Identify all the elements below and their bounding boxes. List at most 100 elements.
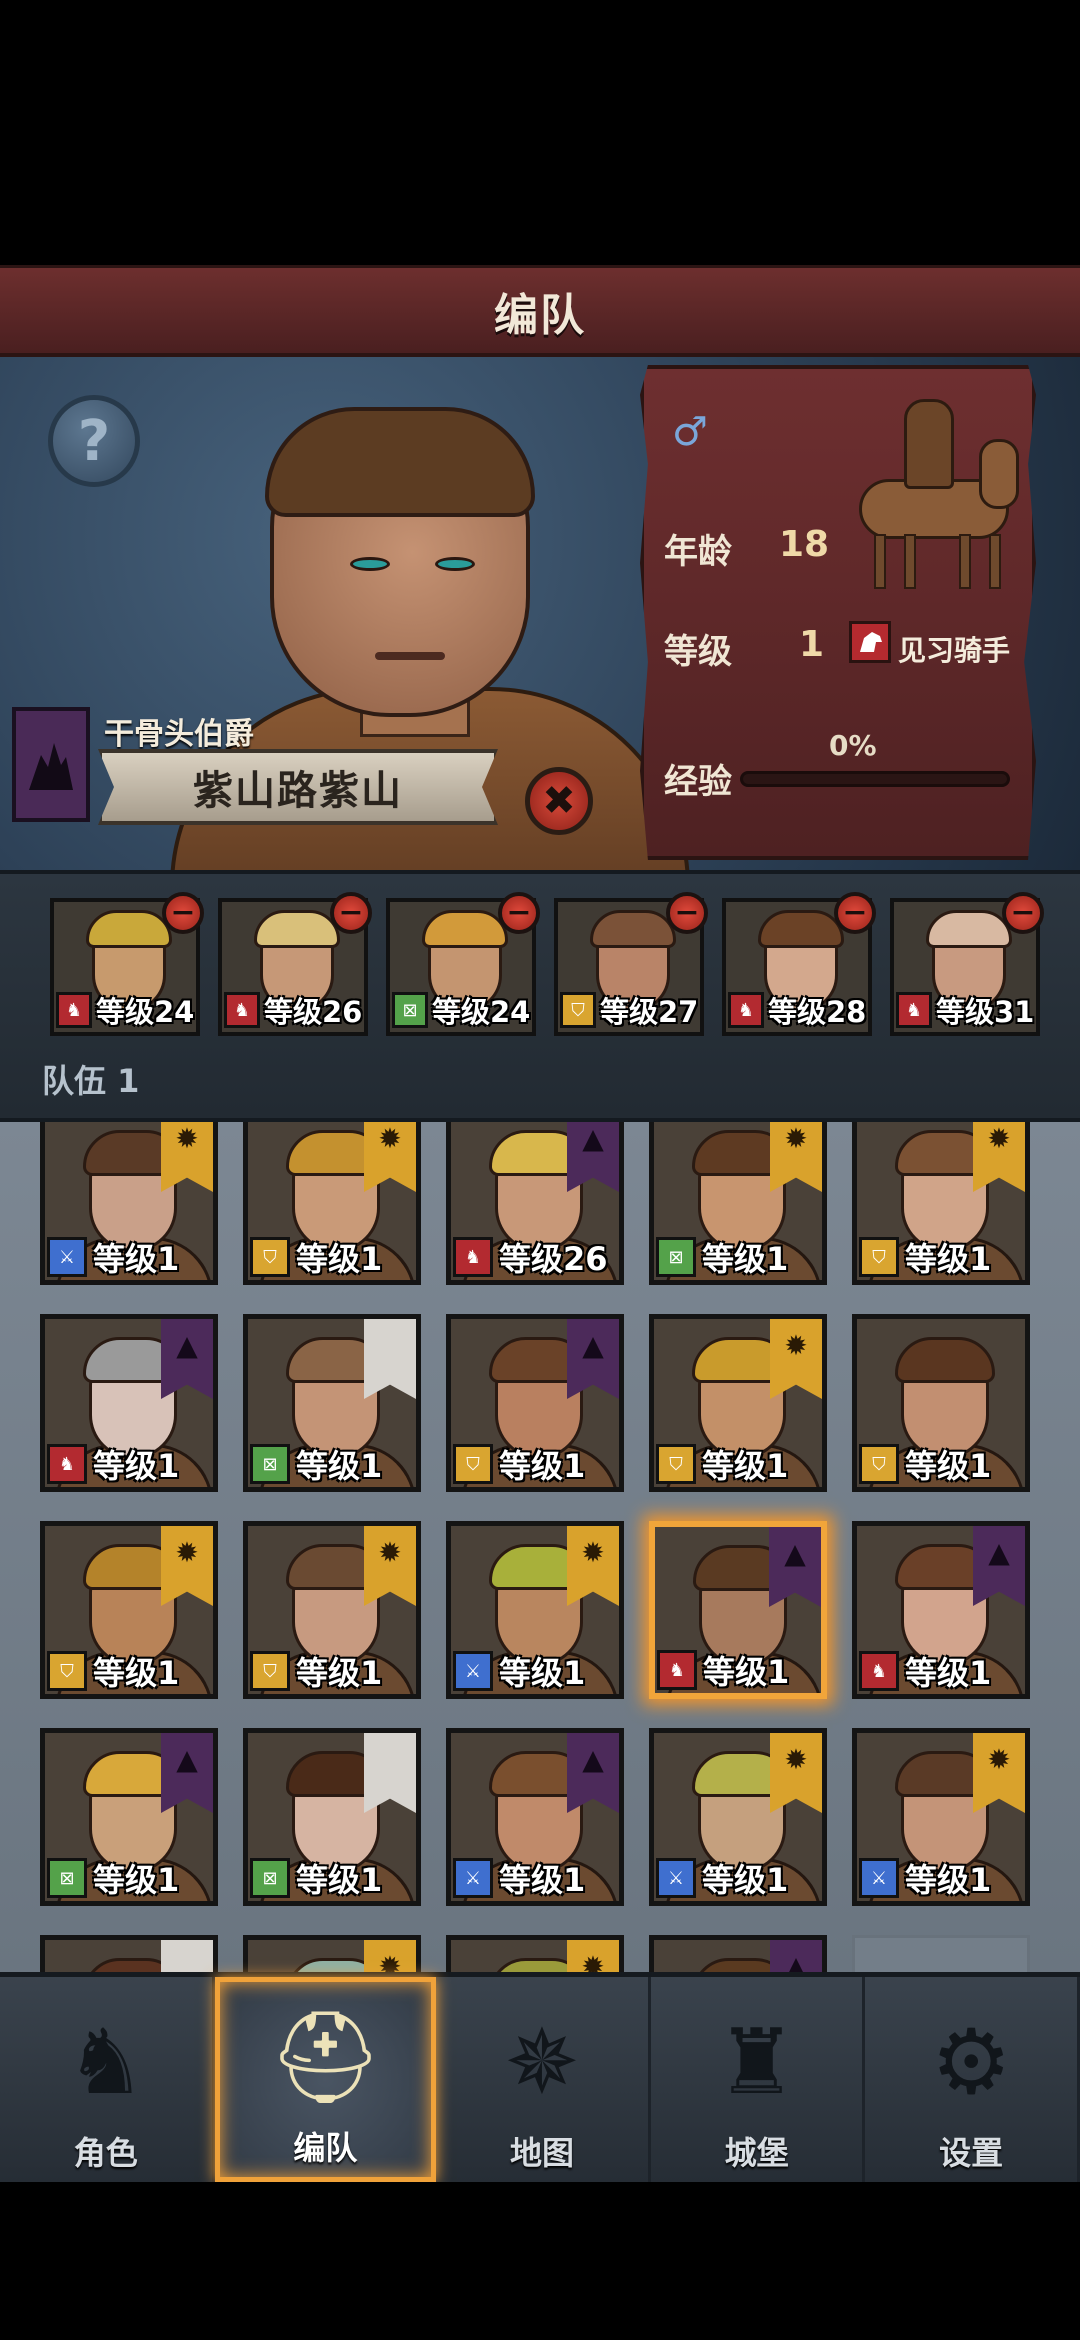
nav-label: 地图 [509, 2134, 574, 2172]
roster-card[interactable]: ▲ ♞ 等级1 [40, 1314, 218, 1492]
roster-card[interactable]: ✹ ⊠ 等级1 [649, 1122, 827, 1285]
shield-class-icon: ⛉ [250, 1237, 290, 1277]
level-text: 等级1 [702, 1240, 789, 1278]
shield-class-icon: ⛉ [859, 1444, 899, 1484]
minus-icon: − [170, 895, 196, 930]
team-slot[interactable]: − ♞ 等级31 [890, 892, 1044, 1036]
dismiss-button[interactable]: ✖ [525, 767, 593, 835]
roster-card[interactable]: ⛉ 等级1 [852, 1314, 1030, 1492]
roster-card[interactable]: ✹ ⚔ 等级1 [40, 1122, 218, 1285]
roster-card[interactable] [40, 1935, 218, 1972]
nav-formation[interactable]: ⛑ 编队 [214, 1977, 437, 2182]
team-label[interactable]: 队伍 1 [42, 1056, 139, 1102]
remove-member-button[interactable]: − [834, 892, 876, 934]
spear-class-icon: ⚔ [47, 1237, 87, 1277]
roster-card[interactable]: ✹ ⛉ 等级1 [40, 1521, 218, 1699]
roster-grid[interactable]: ✹ ⚔ 等级1 ✹ ⛉ 等级1 ▲ ♞ 等级26 ✹ ⊠ 等级1 ✹ ⛉ 等级1 ▲ ♞ 等级1 ⊠ 等级1 ▲ ⛉ 等级1… [0, 1122, 1080, 1972]
level-label: 等级 [664, 632, 732, 672]
team-portrait-hair [758, 910, 844, 948]
sun-banner-icon: ✹ [161, 1526, 213, 1606]
roster-card[interactable]: ▲ ⚔ 等级1 [446, 1728, 624, 1906]
nav-map[interactable]: ✵ 地图 [436, 1977, 651, 2182]
team-slot[interactable]: − ♞ 等级24 [50, 892, 204, 1036]
age-value: 18 [779, 524, 830, 565]
roster-card[interactable]: ▲ ♞ 等级26 [446, 1122, 624, 1285]
character-name: 紫山路紫山 [193, 768, 403, 814]
character-name-scroll: 紫山路紫山 [98, 749, 498, 825]
remove-member-button[interactable]: − [498, 892, 540, 934]
roster-card[interactable]: ✹ ⚔ 等级1 [446, 1521, 624, 1699]
helmet-icon: ⛑ [268, 2004, 383, 2110]
level-tag: ♞ 等级1 [657, 1649, 789, 1691]
minus-icon: − [338, 895, 364, 930]
nav-settings[interactable]: ⚙ 设置 [865, 1977, 1080, 2182]
level-tag: ⊠ 等级1 [250, 1443, 382, 1485]
level-tag: ♞ 等级26 [453, 1236, 608, 1278]
age-label: 年龄 [664, 532, 732, 572]
roster-card[interactable]: ✹ [446, 1935, 624, 1972]
remove-member-button[interactable]: − [330, 892, 372, 934]
minus-icon: − [674, 895, 700, 930]
sun-banner-icon: ✹ [770, 1122, 822, 1192]
cavalry-class-icon: ♞ [859, 1651, 899, 1691]
level-tag: ⚔ 等级1 [656, 1857, 788, 1899]
roster-card[interactable]: ▲ ♞ 等级1 [852, 1521, 1030, 1699]
nav-castle[interactable]: ♜ 城堡 [651, 1977, 866, 2182]
shield-class-icon: ⛉ [859, 1237, 899, 1277]
sun-banner-icon: ✹ [973, 1733, 1025, 1813]
blank-banner-icon [364, 1319, 416, 1399]
house-name: 干骨头伯爵 [104, 717, 254, 752]
team-portrait-hair [86, 910, 172, 948]
help-button[interactable]: ? [48, 395, 140, 487]
level-tag: ⚔ 等级1 [453, 1650, 585, 1692]
sun-banner-icon: ✹ [161, 1122, 213, 1192]
sun-banner-icon: ✹ [770, 1733, 822, 1813]
level-text: 等级1 [702, 1447, 789, 1485]
level-tag: ⛉ 等级1 [453, 1443, 585, 1485]
roster-card[interactable]: ✹ [243, 1935, 421, 1972]
nav-label: 城堡 [724, 2134, 789, 2172]
level-tag: ⊠ 等级1 [656, 1236, 788, 1278]
level-text: 等级26 [499, 1240, 608, 1278]
roster-card[interactable]: ✹ ⚔ 等级1 [852, 1728, 1030, 1906]
level-value: 1 [799, 624, 825, 665]
roster-card[interactable]: ▲ ⛉ 等级1 [446, 1314, 624, 1492]
level-text: 等级1 [499, 1654, 586, 1692]
mountain-crest-icon [29, 742, 73, 790]
team-bar: − ♞ 等级24− ♞ 等级26− ⊠ 等级24− ⛉ 等级27− ♞ 等级28− ♞ 等级31 队伍 … [0, 870, 1080, 1122]
team-slot[interactable]: − ⊠ 等级24 [386, 892, 540, 1036]
compass-icon: ✵ [504, 2009, 580, 2115]
team-slot[interactable]: − ♞ 等级26 [218, 892, 372, 1036]
roster-card[interactable]: ✹ ⛉ 等级1 [852, 1122, 1030, 1285]
nav-character[interactable]: ♞ 角色 [0, 1977, 215, 2182]
horse-head [979, 439, 1019, 509]
title-bar: 编队 [0, 265, 1080, 357]
roster-card[interactable]: ⊠ 等级1 [243, 1314, 421, 1492]
mountain-banner-icon: ▲ [161, 1319, 213, 1399]
shield-class-icon: ⛉ [250, 1651, 290, 1691]
nav-label: 设置 [939, 2134, 1004, 2172]
roster-card[interactable]: ⊠ 等级1 [243, 1728, 421, 1906]
mountain-banner-icon: ▲ [161, 1733, 213, 1813]
roster-card[interactable]: ▲ [649, 1935, 827, 1972]
roster-card[interactable]: ✹ ⚔ 等级1 [649, 1728, 827, 1906]
horse-leg [959, 534, 971, 589]
level-text: 等级1 [905, 1654, 992, 1692]
roster-card[interactable]: ✹ ⛉ 等级1 [243, 1122, 421, 1285]
bottom-nav: ♞ 角色 ⛑ 编队 ✵ 地图 ♜ 城堡 ⚙ 设置 [0, 1972, 1080, 2182]
roster-card[interactable]: ▲ ⊠ 等级1 [40, 1728, 218, 1906]
exp-label: 经验 [664, 762, 732, 802]
rider [904, 399, 954, 489]
level-text: 等级24 [96, 995, 195, 1029]
sun-banner-icon: ✹ [567, 1940, 619, 1972]
roster-card-selected[interactable]: ▲ ♞ 等级1 [649, 1521, 827, 1699]
team-portrait-hair [590, 910, 676, 948]
team-slot[interactable]: − ⛉ 等级27 [554, 892, 708, 1036]
minus-icon: − [842, 895, 868, 930]
remove-member-button[interactable]: − [162, 892, 204, 934]
remove-member-button[interactable]: − [666, 892, 708, 934]
remove-member-button[interactable]: − [1002, 892, 1044, 934]
team-slot[interactable]: − ♞ 等级28 [722, 892, 876, 1036]
roster-card[interactable]: ✹ ⛉ 等级1 [243, 1521, 421, 1699]
roster-card[interactable]: ✹ ⛉ 等级1 [649, 1314, 827, 1492]
